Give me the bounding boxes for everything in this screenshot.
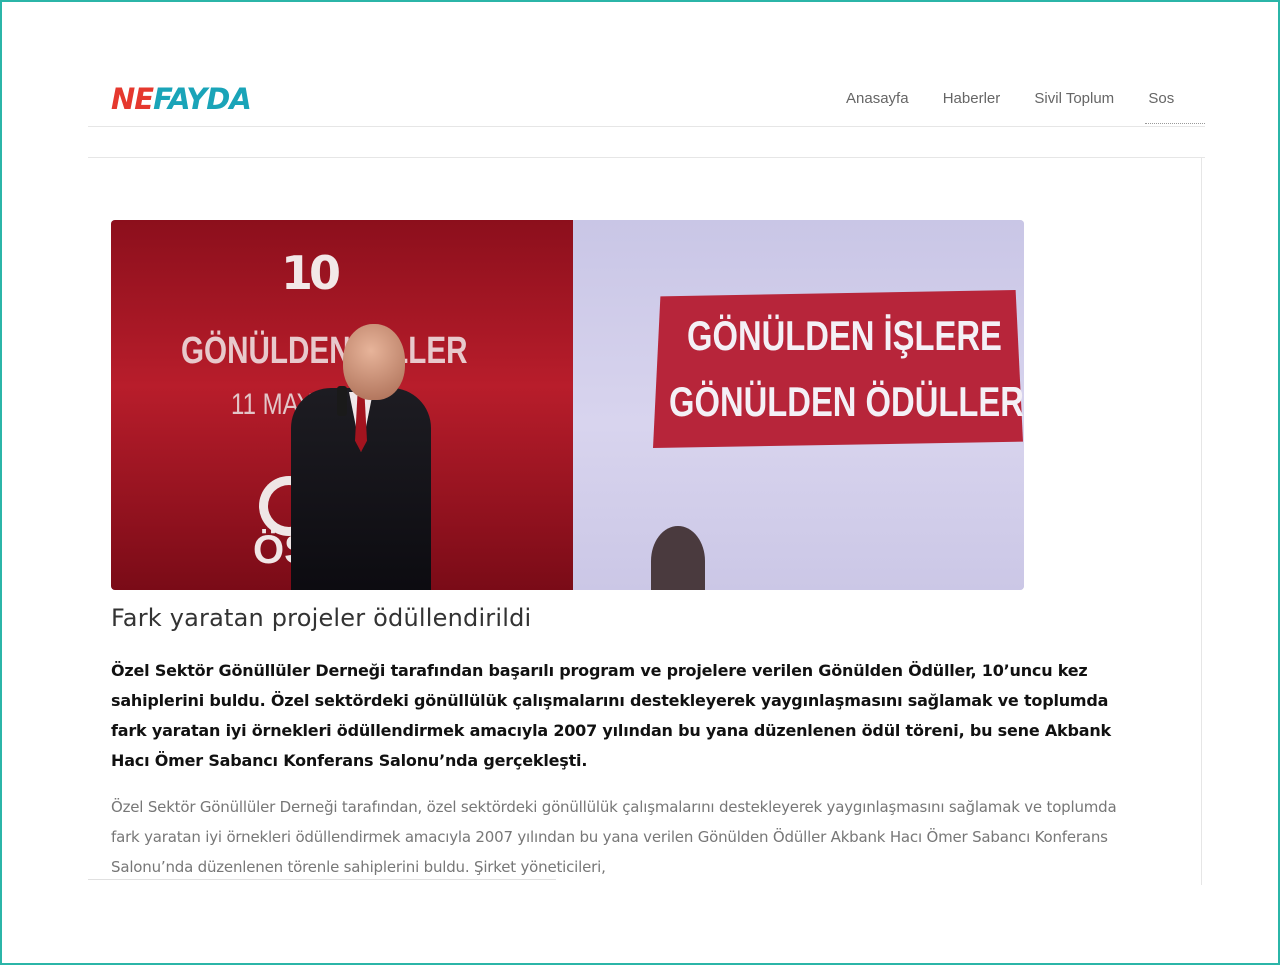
hero-left-title: GÖNÜLDEN Ö LLER bbox=[181, 330, 468, 372]
article-hero-image: 10 GÖNÜLDEN Ö LLER 11 MAYIS ÖSG GÖNÜLDEN… bbox=[111, 220, 1024, 590]
hero-banner-line2: GÖNÜLDEN ÖDÜLLER bbox=[669, 378, 1024, 425]
article-title: Fark yaratan projeler ödüllendirildi bbox=[111, 604, 532, 632]
nav-item-sivil-toplum[interactable]: Sivil Toplum bbox=[1034, 90, 1114, 107]
microphone-icon bbox=[337, 386, 347, 416]
main-nav: Anasayfa Haberler Sivil Toplum Sos bbox=[846, 90, 1204, 107]
logo-fayda: FAYDA bbox=[153, 82, 252, 116]
nav-item-sos[interactable]: Sos bbox=[1148, 90, 1174, 107]
site-header: NEFAYDA Anasayfa Haberler Sivil Toplum S… bbox=[88, 70, 1205, 127]
article-body: Özel Sektör Gönüllüler Derneği tarafında… bbox=[111, 798, 1117, 876]
nav-item-haberler[interactable]: Haberler bbox=[943, 90, 1001, 107]
scroll-divider bbox=[88, 879, 556, 880]
nav-item-anasayfa[interactable]: Anasayfa bbox=[846, 90, 909, 107]
hero-banner-line1: GÖNÜLDEN İŞLERE bbox=[687, 312, 1002, 359]
logo-ne: NE bbox=[111, 82, 154, 116]
header-divider bbox=[88, 157, 1205, 158]
sidebar-divider bbox=[1201, 158, 1202, 885]
website-viewport: NEFAYDA Anasayfa Haberler Sivil Toplum S… bbox=[88, 70, 1205, 885]
speaker-head bbox=[343, 324, 405, 400]
article-lead: Özel Sektör Gönüllüler Derneği tarafında… bbox=[111, 661, 1111, 770]
audience-silhouette bbox=[651, 526, 705, 590]
nav-dropdown-hint bbox=[1145, 123, 1205, 126]
hero-ten-year-mark: 10 bbox=[281, 246, 341, 300]
site-logo[interactable]: NEFAYDA bbox=[111, 82, 252, 122]
